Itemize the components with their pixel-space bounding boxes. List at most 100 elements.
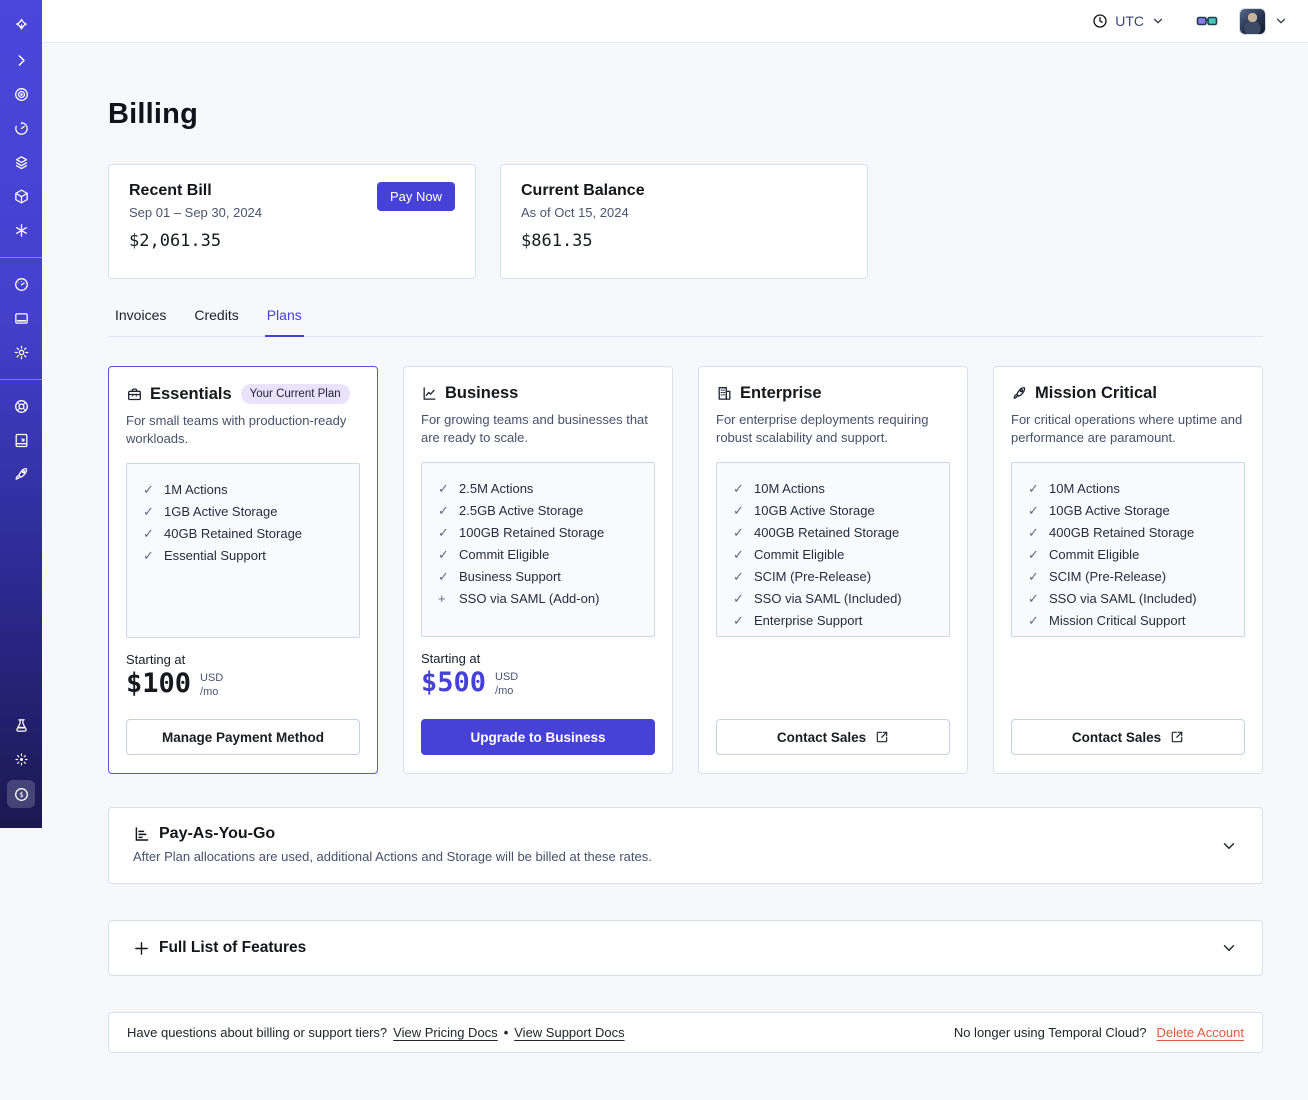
check-icon: ✓: [1028, 612, 1039, 628]
feature-item: ✓ Mission Critical Support: [1028, 612, 1236, 628]
feature-item: ✓ Commit Eligible: [438, 546, 646, 562]
full-features-title: Full List of Features: [159, 939, 307, 956]
feature-text: 100GB Retained Storage: [459, 524, 605, 540]
sidebar: $: [0, 0, 42, 828]
price-currency: USD: [495, 670, 519, 683]
briefcase-icon: [126, 386, 143, 403]
check-icon: ✓: [1028, 546, 1039, 562]
billing-card-icon[interactable]: [8, 305, 34, 331]
plan-price: Starting at $500 USD /mo: [421, 651, 655, 699]
billing-tabs: Invoices Credits Plans: [108, 307, 1263, 337]
getting-started-rocket-icon[interactable]: [8, 461, 34, 487]
feature-item: ✓ 10GB Active Storage: [733, 503, 941, 518]
account-menu[interactable]: [1239, 7, 1288, 35]
plan-name: Enterprise: [740, 384, 822, 402]
tab-plans[interactable]: Plans: [264, 307, 304, 337]
check-icon: ✓: [733, 480, 744, 496]
schedules-icon[interactable]: [8, 115, 34, 141]
check-icon: ✓: [438, 568, 449, 584]
feature-item: ✓ 2.5GB Active Storage: [438, 503, 646, 518]
plans-grid: Essentials Your Current Plan For small t…: [108, 366, 1263, 774]
price-per: /mo: [200, 685, 219, 698]
check-icon: ✓: [438, 524, 449, 540]
view-pricing-docs-link[interactable]: View Pricing Docs: [393, 1025, 498, 1040]
current-balance-title: Current Balance: [521, 182, 645, 199]
feature-item: ✓ 10GB Active Storage: [1028, 502, 1236, 518]
check-icon: ✓: [733, 568, 744, 584]
pay-now-button[interactable]: Pay Now: [376, 182, 455, 211]
feature-text: 2.5M Actions: [459, 480, 534, 496]
usage-gauge-icon[interactable]: [8, 271, 34, 297]
plus-icon: [133, 940, 150, 957]
tab-invoices[interactable]: Invoices: [113, 307, 168, 336]
footer-question: Have questions about billing or support …: [127, 1025, 388, 1040]
temporal-logo-icon[interactable]: [8, 13, 34, 39]
sidebar-divider: [0, 379, 42, 380]
feature-text: 10GB Active Storage: [1049, 502, 1170, 518]
price-amount: $500: [421, 666, 487, 698]
plan-action-button[interactable]: Contact Sales: [716, 719, 950, 755]
feedback-glasses-icon[interactable]: [1195, 9, 1219, 33]
feature-text: Commit Eligible: [754, 546, 845, 562]
current-balance-card: Current Balance As of Oct 15, 2024 $861.…: [500, 164, 868, 279]
namespaces-icon[interactable]: [8, 81, 34, 107]
plan-action-button[interactable]: Contact Sales: [1011, 719, 1245, 755]
external-link-icon: [1170, 730, 1184, 744]
check-icon: ✓: [1028, 568, 1039, 584]
feature-item: ✓ Business Support: [438, 568, 646, 584]
plan-action-button[interactable]: Upgrade to Business: [421, 719, 655, 755]
feature-text: SSO via SAML (Add-on): [459, 590, 600, 606]
theme-sun-icon[interactable]: [8, 746, 34, 772]
chevron-down-icon: [1274, 14, 1288, 28]
main-content: Billing Recent Bill Sep 01 – Sep 30, 202…: [108, 43, 1263, 1053]
view-support-docs-link[interactable]: View Support Docs: [514, 1025, 624, 1040]
external-link-icon: [875, 730, 889, 744]
building-icon: [716, 385, 733, 402]
feature-item: ✓ SCIM (Pre-Release): [733, 568, 941, 584]
feature-item: ✓ 2.5M Actions: [438, 480, 646, 496]
recent-bill-card: Recent Bill Sep 01 – Sep 30, 2024 $2,061…: [108, 164, 476, 279]
feature-text: 10M Actions: [754, 480, 825, 496]
cube-icon[interactable]: [8, 183, 34, 209]
asterisk-icon[interactable]: [8, 217, 34, 243]
plan-action-button[interactable]: Manage Payment Method: [126, 719, 360, 755]
full-features-panel[interactable]: Full List of Features: [108, 920, 1263, 976]
labs-flask-icon[interactable]: [8, 712, 34, 738]
current-plan-badge: Your Current Plan: [240, 384, 350, 404]
check-icon: ✓: [1028, 590, 1039, 606]
tab-credits[interactable]: Credits: [192, 307, 240, 336]
feature-item: ✓ SSO via SAML (Included): [1028, 590, 1236, 606]
current-balance-amount: $861.35: [521, 231, 593, 251]
plan-name: Essentials: [150, 384, 232, 403]
delete-account-link[interactable]: Delete Account: [1157, 1025, 1244, 1040]
plan-action-label: Contact Sales: [1071, 729, 1162, 745]
billing-coin-icon[interactable]: $: [7, 780, 35, 808]
chevron-right-icon[interactable]: [8, 47, 34, 73]
feature-text: 1M Actions: [164, 481, 228, 497]
plus-icon: +: [438, 590, 446, 606]
check-icon: ✓: [143, 481, 154, 497]
plan-card-mission-critical: Mission Critical For critical operations…: [993, 366, 1263, 774]
clock-icon: [1092, 13, 1108, 29]
rates-chart-icon: [133, 825, 151, 843]
plan-action-label: Upgrade to Business: [470, 729, 606, 745]
timezone-selector[interactable]: UTC: [1092, 13, 1165, 29]
docs-book-icon[interactable]: [8, 427, 34, 453]
layers-icon[interactable]: [8, 149, 34, 175]
feature-text: 40GB Retained Storage: [164, 525, 303, 541]
chevron-down-icon[interactable]: [1220, 939, 1238, 957]
plan-description: For small teams with production-ready wo…: [126, 413, 347, 447]
pay-as-you-go-panel[interactable]: Pay-As-You-Go After Plan allocations are…: [108, 807, 1263, 884]
chevron-down-icon[interactable]: [1220, 837, 1238, 855]
feature-text: Commit Eligible: [459, 546, 550, 562]
pay-as-you-go-title: Pay-As-You-Go: [159, 825, 276, 842]
check-icon: ✓: [1028, 524, 1039, 540]
feature-item: ✓ 10M Actions: [733, 480, 941, 496]
footer-right-question: No longer using Temporal Cloud?: [953, 1025, 1147, 1040]
timezone-label: UTC: [1115, 13, 1144, 29]
support-lifebuoy-icon[interactable]: [8, 393, 34, 419]
settings-gear-icon[interactable]: [8, 339, 34, 365]
chart-icon: [421, 385, 438, 402]
price-currency: USD: [200, 671, 224, 684]
feature-item: ✓ 100GB Retained Storage: [438, 524, 646, 540]
